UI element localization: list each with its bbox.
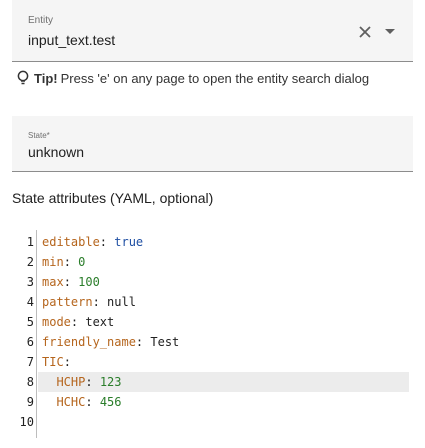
line-number: 8 [26, 375, 34, 389]
entity-input[interactable]: input_text.test [28, 32, 115, 48]
yaml-value: 0 [78, 255, 86, 269]
yaml-value: 456 [99, 395, 122, 409]
line-number: 7 [26, 355, 34, 369]
line-number: 4 [26, 295, 34, 309]
yaml-key: min [42, 255, 64, 269]
yaml-key: friendly_name [42, 335, 136, 349]
yaml-value: true [114, 235, 144, 249]
chevron-down-icon[interactable] [385, 29, 395, 34]
entity-label: Entity [28, 15, 54, 26]
tip-message: Tip! Press 'e' on any page to open the e… [16, 70, 369, 86]
code-text: TIC: [42, 355, 71, 369]
entity-picker[interactable]: Entity input_text.test [12, 0, 413, 62]
tip-label: Tip! [34, 70, 58, 86]
code-line[interactable]: 4 pattern: null [12, 292, 413, 312]
yaml-key: HCHC [56, 395, 86, 409]
code-line[interactable]: 2 min: 0 [12, 252, 413, 272]
yaml-value: Test [150, 335, 180, 349]
line-number: 5 [26, 315, 34, 329]
code-text: editable: true [42, 235, 144, 249]
yaml-value: 123 [99, 375, 122, 389]
yaml-key: mode [42, 315, 71, 329]
tip-text: Press 'e' on any page to open the entity… [60, 70, 370, 86]
line-number: 1 [26, 235, 34, 249]
lightbulb-icon [17, 70, 29, 85]
code-line[interactable]: 3 max: 100 [12, 272, 413, 292]
code-line[interactable]: 1 editable: true [12, 232, 413, 252]
state-input[interactable]: unknown [28, 144, 84, 160]
line-number: 10 [19, 415, 34, 429]
code-text: HCHP: 123 [56, 375, 122, 389]
line-number: 6 [26, 335, 34, 349]
code-text: mode: text [42, 315, 115, 329]
line-number: 3 [26, 275, 34, 289]
yaml-value: 100 [78, 275, 100, 289]
yaml-editor[interactable]: 1 editable: true 2 min: 0 3 max: 100 4 pattern:… [12, 222, 413, 438]
code-line[interactable]: 7 TIC: [12, 352, 413, 372]
code-text: HCHC: 456 [56, 395, 122, 409]
yaml-value: text [85, 315, 115, 329]
code-line[interactable]: 9 HCHC: 456 [12, 392, 413, 412]
code-line[interactable]: 6 friendly_name: Test [12, 332, 413, 352]
close-icon[interactable] [357, 24, 373, 40]
yaml-key: HCHP [56, 375, 86, 389]
yaml-key: TIC [42, 355, 64, 369]
yaml-value: null [107, 295, 136, 309]
yaml-key: max [42, 275, 64, 289]
attributes-title: State attributes (YAML, optional) [12, 190, 214, 206]
code-text: pattern: null [42, 295, 136, 309]
code-text: max: 100 [42, 275, 100, 289]
line-number: 2 [26, 255, 34, 269]
code-line[interactable]: 5 mode: text [12, 312, 413, 332]
state-field[interactable]: State* unknown [12, 116, 413, 172]
code-line[interactable]: 8 HCHP: 123 [12, 372, 413, 392]
yaml-key: pattern [42, 295, 93, 309]
code-text: friendly_name: Test [42, 335, 180, 349]
yaml-key: editable [42, 235, 100, 249]
state-label: State* [28, 131, 50, 140]
line-number: 9 [26, 395, 34, 409]
code-line[interactable]: 10 [12, 412, 413, 432]
code-text: min: 0 [42, 255, 86, 269]
